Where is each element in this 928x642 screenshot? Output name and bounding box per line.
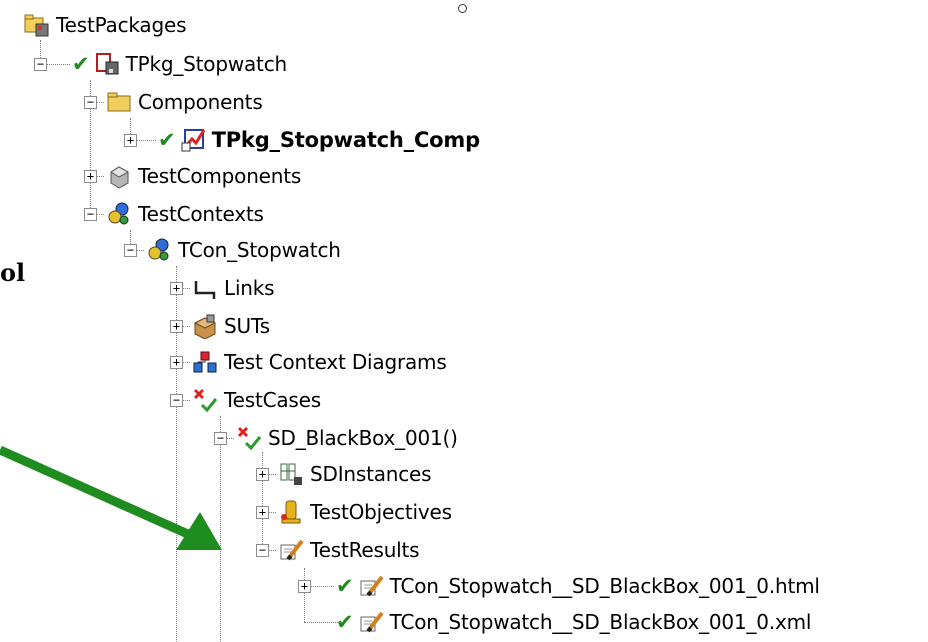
- tree-node-result-html[interactable]: ✔ TCon_Stopwatch__SD_BlackBox_001_0.html: [336, 571, 820, 601]
- tree-node-links[interactable]: Links: [192, 273, 275, 303]
- node-label: TPkg_Stopwatch_Comp: [211, 128, 481, 152]
- cursor-icon: [458, 4, 467, 13]
- expand-toggle[interactable]: +: [170, 282, 183, 295]
- node-label: TestContexts: [138, 202, 264, 226]
- tree-node-sd-blackbox[interactable]: SD_BlackBox_001(): [236, 423, 458, 453]
- check-icon: ✔: [336, 573, 354, 598]
- node-label: TestCases: [224, 388, 321, 412]
- expand-toggle[interactable]: +: [256, 468, 269, 481]
- results-pen-icon: [358, 609, 384, 635]
- expand-toggle[interactable]: +: [124, 134, 137, 147]
- expand-toggle[interactable]: +: [170, 320, 183, 333]
- expand-toggle[interactable]: +: [298, 580, 311, 593]
- folder-icon: [106, 89, 132, 115]
- results-pen-icon: [358, 573, 384, 599]
- collapse-toggle[interactable]: −: [170, 394, 183, 407]
- tree-node-test-context-diagrams[interactable]: Test Context Diagrams: [192, 347, 447, 377]
- test-case-icon: [192, 387, 218, 413]
- tree-node-result-xml[interactable]: ✔ TCon_Stopwatch__SD_BlackBox_001_0.xml: [336, 607, 811, 637]
- node-label: TCon_Stopwatch__SD_BlackBox_001_0.html: [389, 574, 820, 598]
- collapse-toggle[interactable]: −: [124, 244, 137, 257]
- tree-node-testcontexts[interactable]: TestContexts: [106, 199, 264, 229]
- package-folder-icon: [24, 12, 50, 38]
- node-label: Links: [224, 276, 275, 300]
- context-puzzle-icon: [106, 201, 132, 227]
- node-label: Components: [138, 90, 263, 114]
- package-icon: [94, 51, 120, 77]
- tree-node-suts[interactable]: SUTs: [192, 311, 270, 341]
- diagram-icon: [192, 349, 218, 375]
- check-icon: ✔: [336, 609, 354, 634]
- green-arrow-icon: [0, 445, 222, 550]
- node-label: TestObjectives: [310, 500, 452, 524]
- node-label: TestPackages: [56, 13, 187, 37]
- node-label: TPkg_Stopwatch: [125, 52, 288, 76]
- tree-node-tpkg-stopwatch[interactable]: ✔ TPkg_Stopwatch: [72, 49, 287, 79]
- check-icon: ✔: [72, 51, 90, 76]
- results-pen-icon: [278, 537, 304, 563]
- expand-toggle[interactable]: +: [170, 356, 183, 369]
- collapse-toggle[interactable]: −: [84, 96, 97, 109]
- gray-component-icon: [106, 163, 132, 189]
- tree-node-testresults[interactable]: TestResults: [278, 535, 420, 565]
- tree-node-components[interactable]: Components: [106, 87, 263, 117]
- tree-node-tcon-stopwatch[interactable]: TCon_Stopwatch: [146, 235, 341, 265]
- node-label: SD_BlackBox_001(): [268, 426, 458, 450]
- collapse-toggle[interactable]: −: [256, 544, 269, 557]
- sut-box-icon: [192, 313, 218, 339]
- tree-node-testcases[interactable]: TestCases: [192, 385, 321, 415]
- node-label: SUTs: [224, 314, 270, 338]
- tree-node-testobjectives[interactable]: TestObjectives: [278, 497, 452, 527]
- node-label: TCon_Stopwatch__SD_BlackBox_001_0.xml: [389, 610, 812, 634]
- node-label: Test Context Diagrams: [224, 350, 447, 374]
- objectives-icon: [278, 499, 304, 525]
- node-label: SDInstances: [310, 462, 432, 486]
- tree-node-sdinstances[interactable]: SDInstances: [278, 459, 432, 489]
- sd-instances-icon: [278, 461, 304, 487]
- expand-toggle[interactable]: +: [84, 170, 97, 183]
- context-puzzle-icon: [146, 237, 172, 263]
- tree-node-testcomponents[interactable]: TestComponents: [106, 161, 301, 191]
- node-label: TCon_Stopwatch: [178, 238, 341, 262]
- collapse-toggle[interactable]: −: [34, 58, 47, 71]
- cropped-side-label: ol: [0, 258, 26, 287]
- tree-node-testpackages[interactable]: TestPackages: [24, 10, 187, 40]
- node-label: TestResults: [310, 538, 420, 562]
- node-label: TestComponents: [138, 164, 302, 188]
- link-connector-icon: [192, 275, 218, 301]
- collapse-toggle[interactable]: −: [84, 208, 97, 221]
- check-icon: ✔: [158, 127, 176, 152]
- tree-node-component[interactable]: ✔ TPkg_Stopwatch_Comp: [158, 125, 480, 155]
- component-diagram-icon: [180, 127, 206, 153]
- expand-toggle[interactable]: +: [256, 506, 269, 519]
